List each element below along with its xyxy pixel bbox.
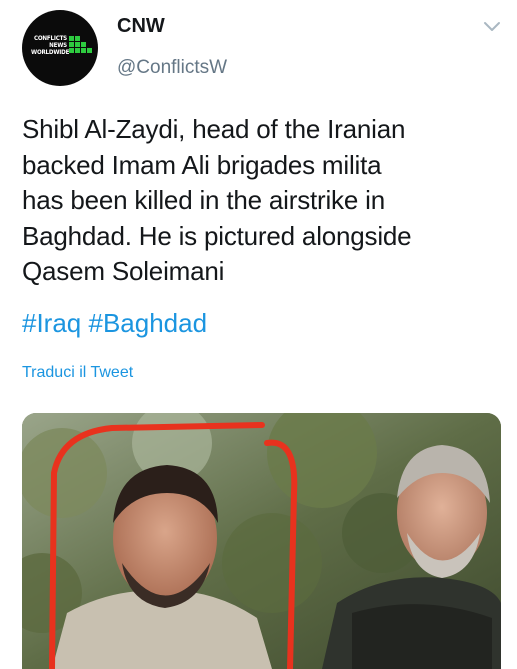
- tweet-text: Shibl Al-Zaydi, head of the Iranian back…: [22, 112, 502, 290]
- user-handle[interactable]: @ConflictsW: [117, 57, 227, 79]
- display-name[interactable]: CNW: [117, 15, 165, 38]
- tweet-text-line: Shibl Al-Zaydi, head of the Iranian: [22, 114, 406, 144]
- tweet-text-line: Baghdad. He is pictured alongside: [22, 220, 412, 251]
- translate-tweet-link[interactable]: Traduci il Tweet: [22, 364, 133, 382]
- tweet-text-line: backed Imam Ali brigades milita: [22, 149, 382, 180]
- tweet-header: CONFLICTS NEWS WORLDWIDE CNW @ConflictsW: [0, 0, 517, 100]
- tweet-text-line: has been killed in the airstrike in: [22, 185, 385, 215]
- hashtags: #Iraq #Baghdad: [22, 308, 207, 339]
- logo-bars-icon: [69, 36, 92, 53]
- hashtag-baghdad[interactable]: #Baghdad: [89, 308, 208, 338]
- avatar[interactable]: CONFLICTS NEWS WORLDWIDE: [22, 10, 98, 86]
- tweet-photo[interactable]: [22, 413, 501, 669]
- tweet-text-line: Qasem Soleimani: [22, 256, 225, 286]
- logo-line-2: NEWS: [49, 42, 67, 49]
- chevron-down-icon[interactable]: [482, 20, 502, 34]
- avatar-logo-text: CONFLICTS NEWS WORLDWIDE: [31, 35, 70, 56]
- logo-line-1: CONFLICTS: [34, 35, 67, 42]
- hashtag-iraq[interactable]: #Iraq: [22, 308, 81, 338]
- logo-line-3: WORLDWIDE: [31, 49, 70, 56]
- photo-illustration: [22, 413, 501, 669]
